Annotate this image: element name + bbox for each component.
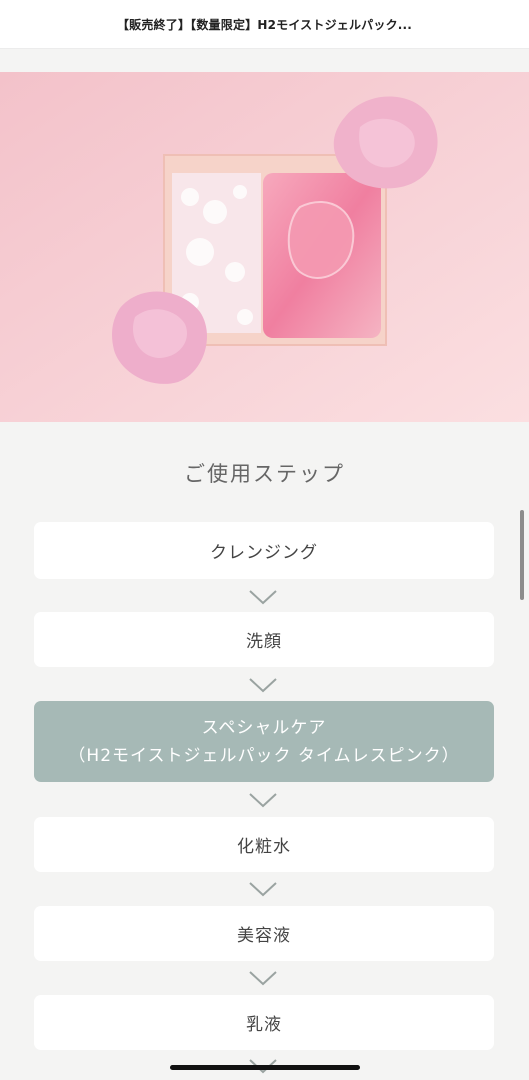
home-indicator[interactable]: [170, 1065, 360, 1070]
gel-pack-illustration: [0, 72, 529, 422]
step-sublabel: （H2モイストジェルパック タイムレスピンク）: [68, 745, 460, 766]
usage-steps-heading: ご使用ステップ: [184, 462, 345, 486]
step-special-care: スペシャルケア （H2モイストジェルパック タイムレスピンク）: [34, 701, 494, 782]
step-label: 美容液: [237, 926, 291, 946]
hero-product-image: [0, 72, 529, 422]
step-cleansing: クレンジング: [34, 522, 494, 579]
chevron-down-icon: [249, 882, 277, 897]
step-emulsion: 乳液: [34, 995, 494, 1050]
scrollbar[interactable]: [520, 510, 524, 600]
step-serum: 美容液: [34, 906, 494, 961]
step-face-wash: 洗顔: [34, 612, 494, 667]
step-label: 洗顔: [246, 632, 282, 652]
chevron-down-icon: [249, 971, 277, 986]
step-label: 乳液: [246, 1015, 282, 1035]
page-title: 【販売終了】【数量限定】H2モイストジェルパック...: [116, 17, 413, 32]
step-label: スペシャルケア: [201, 717, 327, 738]
step-label: クレンジング: [210, 543, 318, 563]
step-toner: 化粧水: [34, 817, 494, 872]
step-label: 化粧水: [237, 837, 291, 857]
chevron-down-icon: [249, 590, 277, 605]
chevron-down-icon: [249, 678, 277, 693]
chevron-down-icon: [249, 793, 277, 808]
top-bar: 【販売終了】【数量限定】H2モイストジェルパック...: [0, 0, 529, 49]
